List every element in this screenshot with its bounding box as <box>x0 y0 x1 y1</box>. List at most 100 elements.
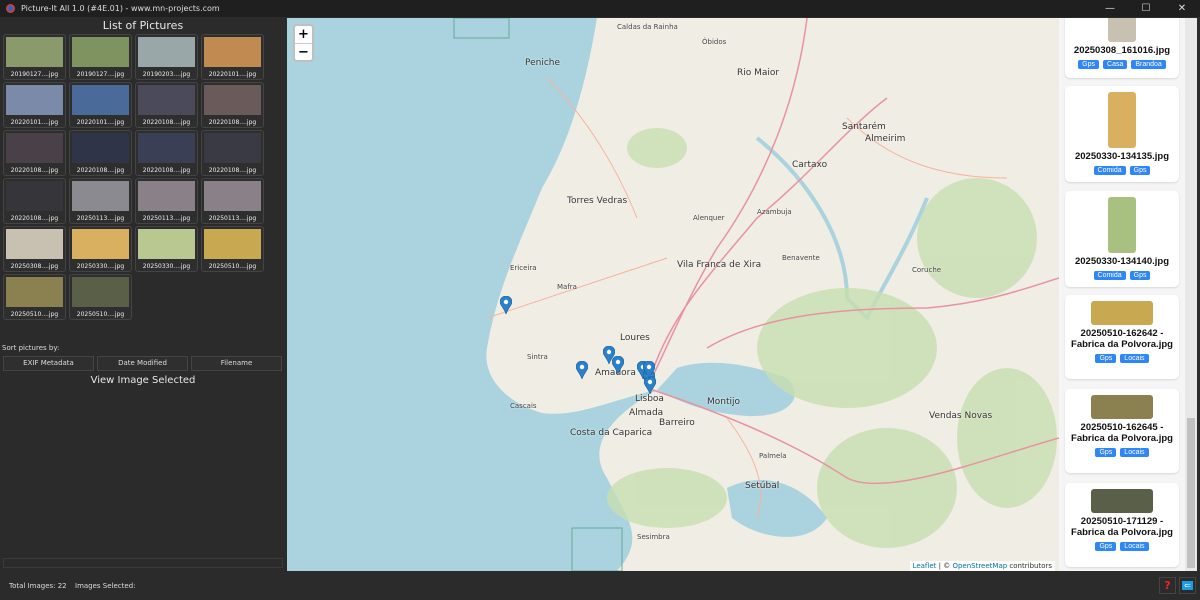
scrollbar-thumb[interactable] <box>1187 418 1195 568</box>
picture-card[interactable]: 20250510-171129 - Fabrica da Polvora.jpg… <box>1065 483 1179 567</box>
thumbnail-image <box>204 181 261 211</box>
tag-badge[interactable]: Comida <box>1093 166 1126 175</box>
panel-heading: List of Pictures <box>102 19 184 32</box>
thumbnail-caption: 20250510....jpg <box>10 311 59 318</box>
back-button[interactable]: ⇐ <box>1179 577 1196 594</box>
tag-badge[interactable]: Brandoa <box>1131 60 1166 69</box>
map-place-label: Coruche <box>912 266 942 274</box>
thumbnail-image <box>6 229 63 259</box>
thumbnail[interactable]: 20220108....jpg <box>201 82 264 128</box>
osm-link[interactable]: OpenStreetMap <box>952 562 1007 570</box>
map-place-label: Ericeira <box>510 264 537 272</box>
sort-exif-button[interactable]: EXIF Metadata <box>3 356 94 371</box>
leaflet-link[interactable]: Leaflet <box>913 562 937 570</box>
app-logo-icon <box>6 4 15 13</box>
tag-badge[interactable]: Gps <box>1078 60 1100 69</box>
sort-date-button[interactable]: Date Modified <box>97 356 188 371</box>
sort-filename-button[interactable]: Filename <box>191 356 282 371</box>
thumbnail[interactable]: 20250510....jpg <box>3 274 66 320</box>
thumbnail[interactable]: 20220101....jpg <box>69 82 132 128</box>
thumbnail-image <box>138 229 195 259</box>
thumbnail-caption: 20250113....jpg <box>208 215 257 222</box>
tag-badge[interactable]: Gps <box>1129 166 1151 175</box>
tag-badge[interactable]: Casa <box>1103 60 1128 69</box>
map-tiles <box>287 18 1059 571</box>
thumbnail-caption: 20220101....jpg <box>76 119 125 126</box>
thumbnail-caption: 20250330....jpg <box>76 263 125 270</box>
close-button[interactable]: ✕ <box>1164 0 1200 17</box>
thumbnail-caption: 20250510....jpg <box>208 263 257 270</box>
picture-card[interactable]: 20250330-134140.jpg Comida Gps <box>1065 191 1179 287</box>
thumbnail[interactable]: 20190127....jpg <box>3 34 66 80</box>
tag-badge[interactable]: Gps <box>1129 271 1151 280</box>
thumbnail-caption: 20250510....jpg <box>76 311 125 318</box>
thumbnail[interactable]: 20190203....jpg <box>135 34 198 80</box>
thumbnail[interactable]: 20250113....jpg <box>135 178 198 224</box>
map-place-label: Cascais <box>510 402 537 410</box>
tag-badge[interactable]: Gps <box>1095 354 1117 363</box>
thumbnail[interactable]: 20250113....jpg <box>201 178 264 224</box>
thumbnail-caption: 20220101....jpg <box>10 119 59 126</box>
thumbnail-caption: 20220108....jpg <box>10 215 59 222</box>
thumbnail[interactable]: 20220108....jpg <box>3 178 66 224</box>
help-button[interactable]: ? <box>1159 577 1176 594</box>
thumbnail-caption: 20220108....jpg <box>208 167 257 174</box>
picture-card[interactable]: 20250308_161016.jpg Gps Casa Brandoa <box>1065 18 1179 78</box>
thumbnail-caption: 20220108....jpg <box>10 167 59 174</box>
thumbnail[interactable]: 20190127....jpg <box>69 34 132 80</box>
thumbnail[interactable]: 20250113....jpg <box>69 178 132 224</box>
title-bar: Picture-It All 1.0 (#4E.01) - www.mn-pro… <box>0 0 1200 17</box>
map-marker-icon[interactable] <box>576 361 588 379</box>
thumbnail[interactable]: 20220108....jpg <box>69 130 132 176</box>
tag-badge[interactable]: Locais <box>1120 542 1149 551</box>
thumbnail[interactable]: 20220108....jpg <box>3 130 66 176</box>
thumbnail[interactable]: 20220101....jpg <box>3 82 66 128</box>
thumbnail[interactable]: 20250330....jpg <box>135 226 198 272</box>
picture-card[interactable]: 20250330-134135.jpg Comida Gps <box>1065 86 1179 182</box>
zoom-out-button[interactable]: − <box>295 43 312 60</box>
picture-card[interactable]: 20250510-162642 - Fabrica da Polvora.jpg… <box>1065 295 1179 379</box>
map-place-label: Benavente <box>782 254 820 262</box>
window-title: Picture-It All 1.0 (#4E.01) - www.mn-pro… <box>21 4 220 13</box>
tag-badge[interactable]: Locais <box>1120 448 1149 457</box>
thumbnail-caption: 20250113....jpg <box>76 215 125 222</box>
thumbnail[interactable]: 20250330....jpg <box>69 226 132 272</box>
thumbnail-caption: 20250113....jpg <box>142 215 191 222</box>
map-marker-icon[interactable] <box>500 296 512 314</box>
thumbnail[interactable]: 20220108....jpg <box>135 82 198 128</box>
thumbnail-image <box>72 181 129 211</box>
map-place-label: Lisboa <box>635 394 664 404</box>
picture-card[interactable]: 20250510-162645 - Fabrica da Polvora.jpg… <box>1065 389 1179 473</box>
card-filename: 20250510-171129 - Fabrica da Polvora.jpg <box>1071 516 1173 538</box>
thumbnail[interactable]: 20220101....jpg <box>201 34 264 80</box>
picture-cards-panel: 20250308_161016.jpg Gps Casa Brandoa 2025033… <box>1059 18 1185 571</box>
tag-badge[interactable]: Comida <box>1093 271 1126 280</box>
horizontal-scrollbar[interactable] <box>3 558 283 568</box>
tag-badge[interactable]: Gps <box>1095 542 1117 551</box>
zoom-in-button[interactable]: + <box>295 26 312 43</box>
map-place-label: Peniche <box>525 58 561 68</box>
thumbnail[interactable]: 20250308....jpg <box>3 226 66 272</box>
map-place-label: Sesimbra <box>637 533 670 541</box>
map-marker-icon[interactable] <box>612 356 624 374</box>
thumbnail[interactable]: 20220108....jpg <box>201 130 264 176</box>
thumbnail[interactable]: 20250510....jpg <box>69 274 132 320</box>
maximize-button[interactable]: ☐ <box>1128 0 1164 17</box>
minimize-button[interactable]: — <box>1092 0 1128 17</box>
map-marker-icon[interactable] <box>643 361 655 379</box>
thumbnail-caption: 20220101....jpg <box>208 71 257 78</box>
thumbnail-caption: 20190127....jpg <box>10 71 59 78</box>
map-view[interactable]: + − Caldas da Rainha Peniche Rio Maior Torr… <box>287 18 1059 571</box>
thumbnail[interactable]: 20250510....jpg <box>201 226 264 272</box>
map-place-label: Alenquer <box>693 214 725 222</box>
tag-badge[interactable]: Gps <box>1095 448 1117 457</box>
back-arrow-icon: ⇐ <box>1182 581 1193 590</box>
vertical-scrollbar[interactable] <box>1185 18 1197 571</box>
thumbnail-caption: 20190127....jpg <box>76 71 125 78</box>
map-place-label: Santarém <box>842 122 886 132</box>
map-place-label: Palmela <box>759 452 787 460</box>
thumbnail-caption: 20220108....jpg <box>142 119 191 126</box>
thumbnail-image <box>6 133 63 163</box>
thumbnail[interactable]: 20220108....jpg <box>135 130 198 176</box>
tag-badge[interactable]: Locais <box>1120 354 1149 363</box>
